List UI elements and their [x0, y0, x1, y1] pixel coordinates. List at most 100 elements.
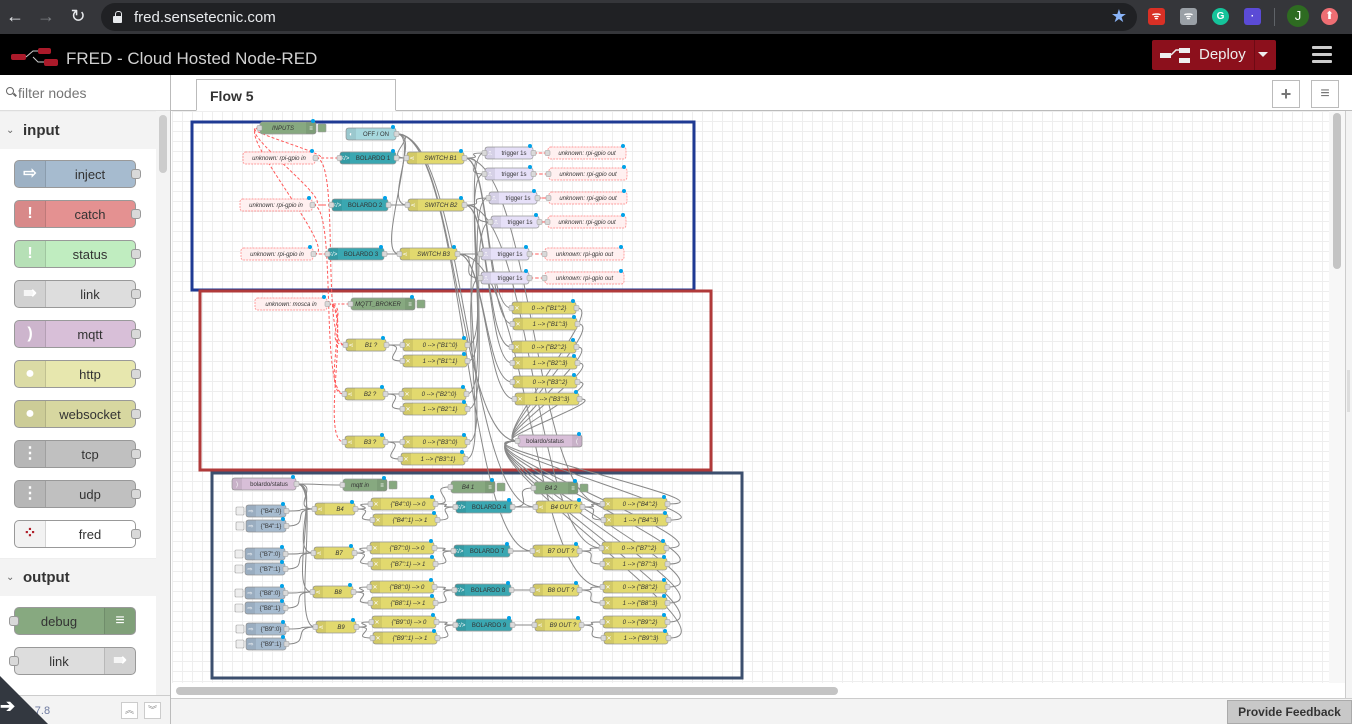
output-port[interactable] — [509, 504, 516, 510]
wire[interactable] — [356, 626, 373, 639]
output-port[interactable] — [310, 251, 317, 257]
flow-node-e5[interactable]: ✕ 0 --> {"B8":2} — [599, 578, 671, 594]
input-port[interactable] — [532, 504, 539, 510]
output-port[interactable] — [530, 150, 537, 156]
flow-node-o4[interactable]: ⋖ B4 OUT ? — [532, 498, 586, 514]
palette-node-catch[interactable]: ! catch — [14, 200, 141, 228]
flow-node-gpio_in3[interactable]: unknown: rpi-gpio in — [240, 245, 317, 261]
input-port[interactable] — [311, 506, 318, 512]
wire[interactable] — [582, 506, 604, 521]
wire[interactable] — [434, 586, 455, 591]
flow-node-c2[interactable]: ✕ 1 --> {"B1":1} — [399, 352, 471, 368]
flow-node-gpo2[interactable]: unknown: rpi-gpio out — [545, 165, 628, 181]
output-port[interactable] — [382, 391, 389, 397]
input-port[interactable] — [396, 251, 403, 257]
output-port[interactable] — [576, 396, 583, 402]
arrow-right-icon[interactable]: ➔ — [0, 696, 15, 717]
output-port[interactable] — [454, 251, 461, 257]
flow-node-c11[interactable]: ✕ 0 --> {"B3":2} — [509, 373, 581, 389]
tab-flow-5[interactable]: Flow 5 — [196, 79, 396, 111]
input-port[interactable] — [367, 561, 374, 567]
input-port[interactable] — [599, 561, 606, 567]
flow-node-d3[interactable]: ✕ {"B7":0} --> 0 — [366, 539, 438, 555]
wire[interactable] — [579, 547, 602, 552]
input-port[interactable] — [309, 589, 316, 595]
output-port[interactable] — [578, 622, 585, 628]
palette-node-http[interactable]: ● http — [14, 360, 141, 388]
output-port[interactable] — [432, 561, 439, 567]
input-port[interactable] — [487, 219, 494, 225]
input-port[interactable] — [369, 517, 376, 523]
update-icon[interactable]: ⬆ — [1321, 8, 1338, 25]
flow-node-c1[interactable]: ✕ 0 --> {"B1":0} — [399, 336, 471, 352]
input-port[interactable] — [399, 406, 406, 412]
flow-node-c7[interactable]: ✕ 0 --> {"B1":2} — [508, 299, 580, 315]
flow-node-bol1[interactable]: </> BOLARDO 1 — [336, 149, 400, 165]
wire[interactable] — [286, 626, 316, 645]
output-port[interactable] — [530, 171, 537, 177]
palette-node-websocket[interactable]: ● websocket — [14, 400, 141, 428]
input-port[interactable] — [399, 342, 406, 348]
flow-node-o7[interactable]: ⋖ B7 OUT ? — [529, 542, 583, 558]
purple-extension-icon[interactable]: · — [1244, 8, 1261, 25]
wire[interactable] — [386, 344, 403, 362]
flow-node-d7[interactable]: ✕ {"B9":0} --> 0 — [368, 613, 440, 629]
output-port[interactable] — [463, 391, 470, 397]
wire[interactable] — [579, 550, 603, 565]
input-port[interactable] — [477, 275, 484, 281]
palette-node-link[interactable]: ⇛ link — [14, 280, 141, 308]
flow-canvas[interactable]: ≡ INPUTS ◐ OFF / ON unknown: rpi-gpio in unkn… — [172, 111, 1329, 683]
wire[interactable] — [512, 487, 534, 508]
flow-node-status_in[interactable]: ) bolardo/status — [231, 475, 300, 491]
palette-category-input[interactable]: ⌄ input — [0, 111, 156, 149]
inject-button[interactable] — [234, 588, 244, 598]
input-port[interactable] — [451, 587, 458, 593]
flow-node-gpo3[interactable]: unknown: rpi-gpio out — [545, 189, 628, 205]
input-port[interactable] — [509, 379, 516, 385]
input-port[interactable] — [399, 439, 406, 445]
output-port[interactable] — [350, 589, 357, 595]
palette-node-status[interactable]: ! status — [14, 240, 141, 268]
sidebar-resize-handle[interactable] — [1347, 370, 1350, 412]
wire[interactable] — [435, 503, 456, 508]
wire[interactable] — [579, 589, 603, 604]
input-port[interactable] — [541, 275, 548, 281]
output-port[interactable] — [664, 584, 671, 590]
flow-node-mosca[interactable]: unknown: mosca in — [254, 295, 331, 311]
output-port[interactable] — [282, 566, 289, 572]
input-port[interactable] — [336, 155, 343, 161]
palette-node-tcp[interactable]: ⋮ tcp — [14, 440, 141, 468]
input-port[interactable] — [256, 125, 263, 131]
address-bar[interactable]: fred.sensetecnic.com ★ — [101, 3, 1137, 31]
rss-feed-red-icon[interactable]: ᯤ — [1148, 8, 1165, 25]
input-port[interactable] — [599, 501, 606, 507]
output-port[interactable] — [664, 600, 671, 606]
output-port[interactable] — [282, 551, 289, 557]
inject-button[interactable] — [235, 506, 245, 516]
wire[interactable] — [434, 547, 454, 552]
debug-toggle-button[interactable] — [388, 480, 398, 490]
flow-node-i80[interactable]: ⇨ {"B8":0} — [234, 584, 289, 600]
wire[interactable] — [435, 486, 451, 505]
palette-node-udp[interactable]: ⋮ udp — [14, 480, 141, 508]
back-arrow-icon[interactable]: ← — [4, 5, 26, 27]
output-port[interactable] — [393, 155, 400, 161]
input-port[interactable] — [367, 600, 374, 606]
flow-node-dbg41[interactable]: ≡ B4 1 — [447, 478, 506, 494]
output-port[interactable] — [573, 305, 580, 311]
output-port[interactable] — [432, 600, 439, 606]
palette-node-inject[interactable]: ⇨ inject — [14, 160, 141, 188]
flow-node-bol7[interactable]: </> BOLARDO 7 — [450, 542, 514, 558]
flow-node-sb8[interactable]: ⋖ B8 — [309, 583, 357, 599]
output-port[interactable] — [283, 626, 290, 632]
output-port[interactable] — [385, 202, 392, 208]
wire[interactable] — [464, 157, 513, 325]
input-port[interactable] — [530, 485, 537, 491]
input-port[interactable] — [452, 622, 459, 628]
output-port[interactable] — [462, 456, 469, 462]
flow-node-gpo6[interactable]: unknown: rpi-gpio out — [541, 269, 625, 285]
palette-node-mqtt[interactable]: ) mqtt — [14, 320, 141, 348]
input-port[interactable] — [366, 545, 373, 551]
output-port[interactable] — [579, 504, 586, 510]
input-port[interactable] — [544, 150, 551, 156]
